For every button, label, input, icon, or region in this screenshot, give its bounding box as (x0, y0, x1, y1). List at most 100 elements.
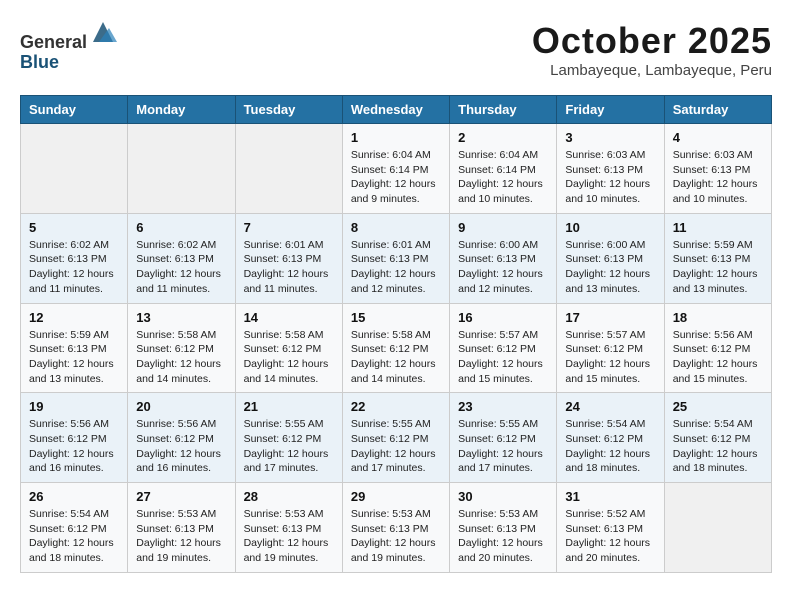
calendar-cell: 1Sunrise: 6:04 AM Sunset: 6:14 PM Daylig… (342, 124, 449, 214)
calendar-cell: 24 Sunrise: 5:54 AM Sunset: 6:12 PM Dayli… (557, 393, 664, 483)
day-number: 24 (565, 399, 655, 414)
month-title: October 2025 (532, 20, 772, 62)
calendar-cell: 10 Sunrise: 6:00 AM Sunset: 6:13 PM Dayli… (557, 213, 664, 303)
calendar-table: SundayMondayTuesdayWednesdayThursdayFrid… (20, 95, 772, 573)
logo-blue: Blue (20, 52, 59, 72)
day-number: 12 (29, 310, 119, 325)
location-subtitle: Lambayeque, Lambayeque, Peru (532, 62, 772, 79)
calendar-cell: 29 Sunrise: 5:53 AM Sunset: 6:13 PM Dayli… (342, 483, 449, 573)
calendar-cell: 27 Sunrise: 5:53 AM Sunset: 6:13 PM Dayli… (128, 483, 235, 573)
day-info: Sunrise: 5:59 AM Sunset: 6:13 PM Dayligh… (673, 238, 763, 297)
calendar-week-row: 1Sunrise: 6:04 AM Sunset: 6:14 PM Daylig… (21, 124, 772, 214)
day-number: 7 (244, 220, 334, 235)
logo-icon (89, 18, 117, 46)
day-info: Sunrise: 5:53 AM Sunset: 6:13 PM Dayligh… (136, 507, 226, 566)
day-number: 25 (673, 399, 763, 414)
day-info: Sunrise: 5:58 AM Sunset: 6:12 PM Dayligh… (244, 328, 334, 387)
day-number: 17 (565, 310, 655, 325)
day-info: Sunrise: 5:54 AM Sunset: 6:12 PM Dayligh… (29, 507, 119, 566)
calendar-cell: 5 Sunrise: 6:02 AM Sunset: 6:13 PM Daylig… (21, 213, 128, 303)
calendar-cell (21, 124, 128, 214)
calendar-cell (235, 124, 342, 214)
calendar-cell: 2Sunrise: 6:04 AM Sunset: 6:14 PM Daylig… (450, 124, 557, 214)
calendar-cell: 26 Sunrise: 5:54 AM Sunset: 6:12 PM Dayli… (21, 483, 128, 573)
day-info: Sunrise: 5:54 AM Sunset: 6:12 PM Dayligh… (565, 417, 655, 476)
calendar-cell: 9Sunrise: 6:00 AM Sunset: 6:13 PM Daylig… (450, 213, 557, 303)
day-info: Sunrise: 6:02 AM Sunset: 6:13 PM Dayligh… (29, 238, 119, 297)
day-number: 14 (244, 310, 334, 325)
calendar-cell: 31Sunrise: 5:52 AM Sunset: 6:13 PM Dayli… (557, 483, 664, 573)
day-number: 10 (565, 220, 655, 235)
calendar-cell (664, 483, 771, 573)
calendar-cell: 22 Sunrise: 5:55 AM Sunset: 6:12 PM Dayli… (342, 393, 449, 483)
calendar-cell: 25 Sunrise: 5:54 AM Sunset: 6:12 PM Dayli… (664, 393, 771, 483)
day-info: Sunrise: 5:56 AM Sunset: 6:12 PM Dayligh… (29, 417, 119, 476)
weekday-header-monday: Monday (128, 96, 235, 124)
calendar-cell: 12 Sunrise: 5:59 AM Sunset: 6:13 PM Dayli… (21, 303, 128, 393)
day-number: 22 (351, 399, 441, 414)
day-info: Sunrise: 6:01 AM Sunset: 6:13 PM Dayligh… (244, 238, 334, 297)
day-number: 27 (136, 489, 226, 504)
day-number: 20 (136, 399, 226, 414)
day-number: 26 (29, 489, 119, 504)
day-number: 28 (244, 489, 334, 504)
calendar-cell: 17 Sunrise: 5:57 AM Sunset: 6:12 PM Dayli… (557, 303, 664, 393)
calendar-week-row: 5 Sunrise: 6:02 AM Sunset: 6:13 PM Daylig… (21, 213, 772, 303)
day-number: 4 (673, 130, 763, 145)
day-info: Sunrise: 5:53 AM Sunset: 6:13 PM Dayligh… (458, 507, 548, 566)
logo: General Blue (20, 20, 117, 73)
calendar-week-row: 19 Sunrise: 5:56 AM Sunset: 6:12 PM Dayli… (21, 393, 772, 483)
day-number: 13 (136, 310, 226, 325)
day-info: Sunrise: 5:55 AM Sunset: 6:12 PM Dayligh… (351, 417, 441, 476)
day-number: 6 (136, 220, 226, 235)
day-info: Sunrise: 5:57 AM Sunset: 6:12 PM Dayligh… (565, 328, 655, 387)
weekday-header-thursday: Thursday (450, 96, 557, 124)
weekday-header-friday: Friday (557, 96, 664, 124)
day-number: 21 (244, 399, 334, 414)
day-info: Sunrise: 6:00 AM Sunset: 6:13 PM Dayligh… (565, 238, 655, 297)
calendar-cell: 20 Sunrise: 5:56 AM Sunset: 6:12 PM Dayli… (128, 393, 235, 483)
calendar-cell: 28Sunrise: 5:53 AM Sunset: 6:13 PM Dayli… (235, 483, 342, 573)
day-number: 8 (351, 220, 441, 235)
calendar-cell: 21 Sunrise: 5:55 AM Sunset: 6:12 PM Dayli… (235, 393, 342, 483)
day-info: Sunrise: 5:55 AM Sunset: 6:12 PM Dayligh… (244, 417, 334, 476)
day-info: Sunrise: 5:52 AM Sunset: 6:13 PM Dayligh… (565, 507, 655, 566)
day-number: 2 (458, 130, 548, 145)
day-info: Sunrise: 5:59 AM Sunset: 6:13 PM Dayligh… (29, 328, 119, 387)
calendar-cell: 19 Sunrise: 5:56 AM Sunset: 6:12 PM Dayli… (21, 393, 128, 483)
day-info: Sunrise: 6:02 AM Sunset: 6:13 PM Dayligh… (136, 238, 226, 297)
day-number: 30 (458, 489, 548, 504)
calendar-cell: 16 Sunrise: 5:57 AM Sunset: 6:12 PM Dayli… (450, 303, 557, 393)
calendar-cell: 8 Sunrise: 6:01 AM Sunset: 6:13 PM Daylig… (342, 213, 449, 303)
day-info: Sunrise: 5:58 AM Sunset: 6:12 PM Dayligh… (136, 328, 226, 387)
day-number: 29 (351, 489, 441, 504)
day-number: 18 (673, 310, 763, 325)
title-block: October 2025 Lambayeque, Lambayeque, Per… (532, 20, 772, 79)
page-header: General Blue October 2025 Lambayeque, La… (20, 20, 772, 79)
day-info: Sunrise: 5:53 AM Sunset: 6:13 PM Dayligh… (351, 507, 441, 566)
calendar-cell: 7 Sunrise: 6:01 AM Sunset: 6:13 PM Daylig… (235, 213, 342, 303)
day-info: Sunrise: 5:54 AM Sunset: 6:12 PM Dayligh… (673, 417, 763, 476)
day-number: 16 (458, 310, 548, 325)
day-info: Sunrise: 5:57 AM Sunset: 6:12 PM Dayligh… (458, 328, 548, 387)
day-number: 19 (29, 399, 119, 414)
weekday-header-wednesday: Wednesday (342, 96, 449, 124)
day-info: Sunrise: 5:55 AM Sunset: 6:12 PM Dayligh… (458, 417, 548, 476)
day-info: Sunrise: 6:03 AM Sunset: 6:13 PM Dayligh… (673, 148, 763, 207)
logo-general: General (20, 32, 87, 52)
day-number: 5 (29, 220, 119, 235)
day-info: Sunrise: 6:04 AM Sunset: 6:14 PM Dayligh… (351, 148, 441, 207)
calendar-cell: 3Sunrise: 6:03 AM Sunset: 6:13 PM Daylig… (557, 124, 664, 214)
weekday-header-tuesday: Tuesday (235, 96, 342, 124)
day-number: 3 (565, 130, 655, 145)
day-info: Sunrise: 5:56 AM Sunset: 6:12 PM Dayligh… (673, 328, 763, 387)
calendar-cell: 11 Sunrise: 5:59 AM Sunset: 6:13 PM Dayli… (664, 213, 771, 303)
calendar-cell: 14 Sunrise: 5:58 AM Sunset: 6:12 PM Dayli… (235, 303, 342, 393)
weekday-header-row: SundayMondayTuesdayWednesdayThursdayFrid… (21, 96, 772, 124)
calendar-cell: 23Sunrise: 5:55 AM Sunset: 6:12 PM Dayli… (450, 393, 557, 483)
day-number: 15 (351, 310, 441, 325)
day-info: Sunrise: 5:56 AM Sunset: 6:12 PM Dayligh… (136, 417, 226, 476)
day-info: Sunrise: 6:01 AM Sunset: 6:13 PM Dayligh… (351, 238, 441, 297)
day-info: Sunrise: 5:58 AM Sunset: 6:12 PM Dayligh… (351, 328, 441, 387)
day-number: 11 (673, 220, 763, 235)
